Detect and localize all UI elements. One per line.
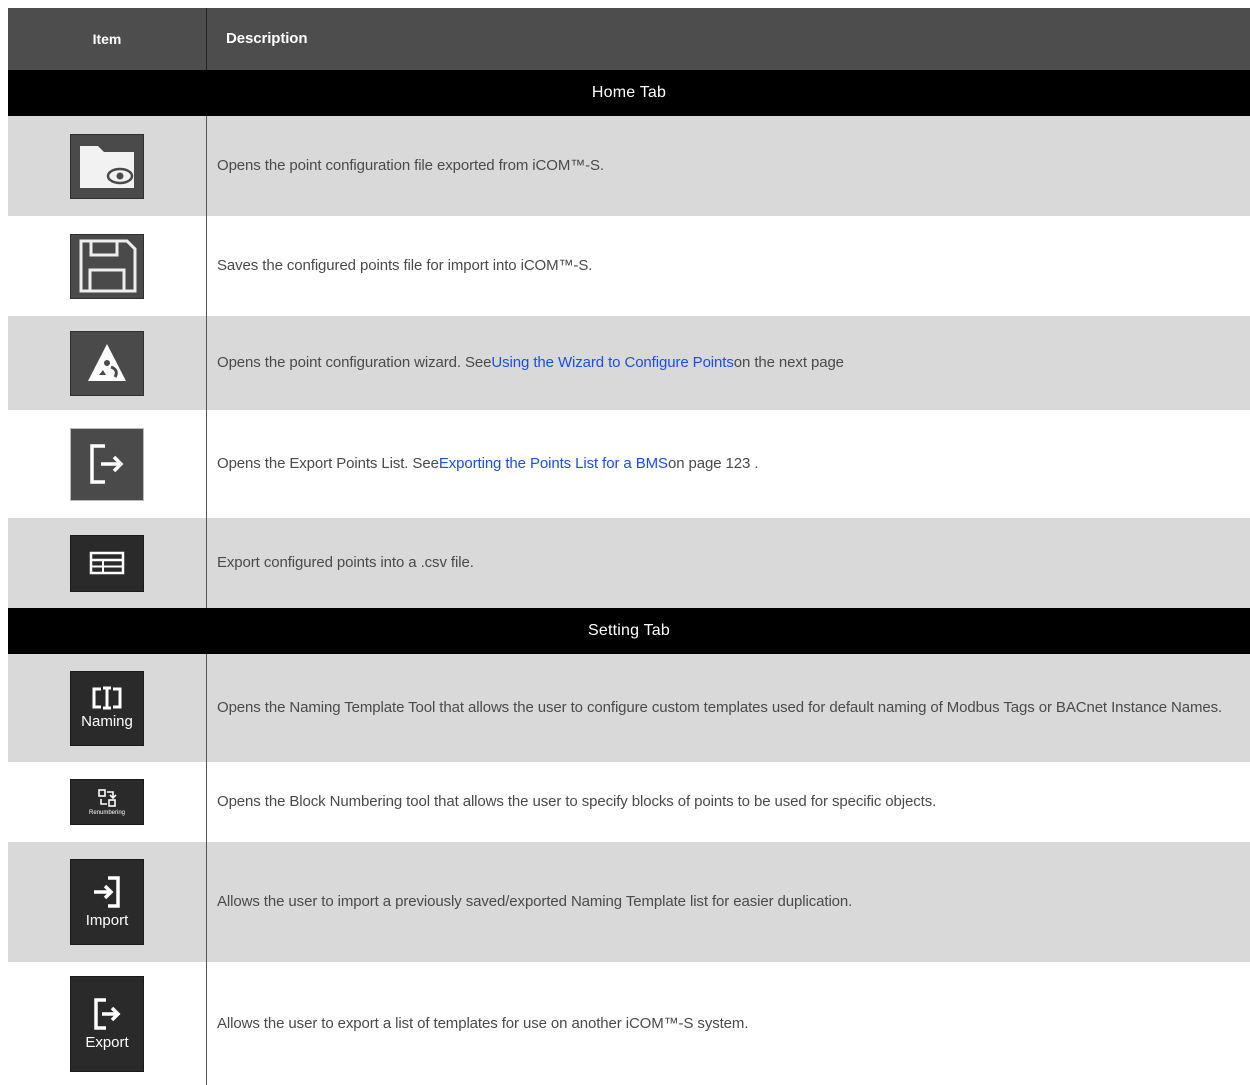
export-arrow-icon [70,427,144,501]
row-description: Allows the user to import a previously s… [217,893,853,910]
header-description: Description [226,30,308,47]
wizard-icon [70,330,144,396]
csv-table-icon [70,534,144,592]
header-item: Item [8,8,207,70]
row-description: Opens the Naming Template Tool that allo… [217,699,1223,716]
naming-label: Naming [81,713,133,730]
table-row: Opens the Export Points List. See Export… [8,410,1250,518]
row-description: Opens the point configuration file expor… [217,157,604,174]
renumbering-icon: Renumbering [70,779,144,825]
section-setting-tab: Setting Tab [8,608,1250,654]
table-row: Naming Opens the Naming Template Tool th… [8,654,1250,762]
table-row: Opens the point configuration file expor… [8,116,1250,216]
row-description: Saves the configured points file for imp… [217,257,593,274]
floppy-disk-icon [70,233,144,299]
renumbering-label: Renumbering [88,809,126,816]
table-row: Export configured points into a .csv fil… [8,518,1250,608]
table-row: Renumbering Opens the Block Numbering to… [8,762,1250,842]
table-header: Item Description [8,8,1250,70]
import-label: Import [85,912,129,929]
table-row: Opens the point configuration wizard. Se… [8,316,1250,410]
import-icon: Import [70,859,144,945]
row-description: Opens the Block Numbering tool that allo… [217,793,937,810]
items-table: Item Description Home Tab Opens the poin… [8,8,1250,1085]
link-exporting-points[interactable]: Exporting the Points List for a BMS [439,452,668,476]
row-description: Export configured points into a .csv fil… [217,554,474,571]
row-description: Opens the point configuration wizard. Se… [207,316,1250,410]
export-label: Export [85,1033,129,1051]
table-row: Saves the configured points file for imp… [8,216,1250,316]
section-home-tab: Home Tab [8,70,1250,116]
naming-icon: Naming [70,670,144,746]
row-description: Allows the user to export a list of temp… [217,1014,749,1032]
row-description: Opens the Export Points List. See Export… [207,410,1250,518]
folder-eye-icon [70,133,144,199]
export-icon: Export [70,975,144,1072]
table-row: Export Allows the user to export a list … [8,962,1250,1085]
link-using-wizard[interactable]: Using the Wizard to Configure Points [491,351,733,375]
table-row: Import Allows the user to import a previ… [8,842,1250,962]
